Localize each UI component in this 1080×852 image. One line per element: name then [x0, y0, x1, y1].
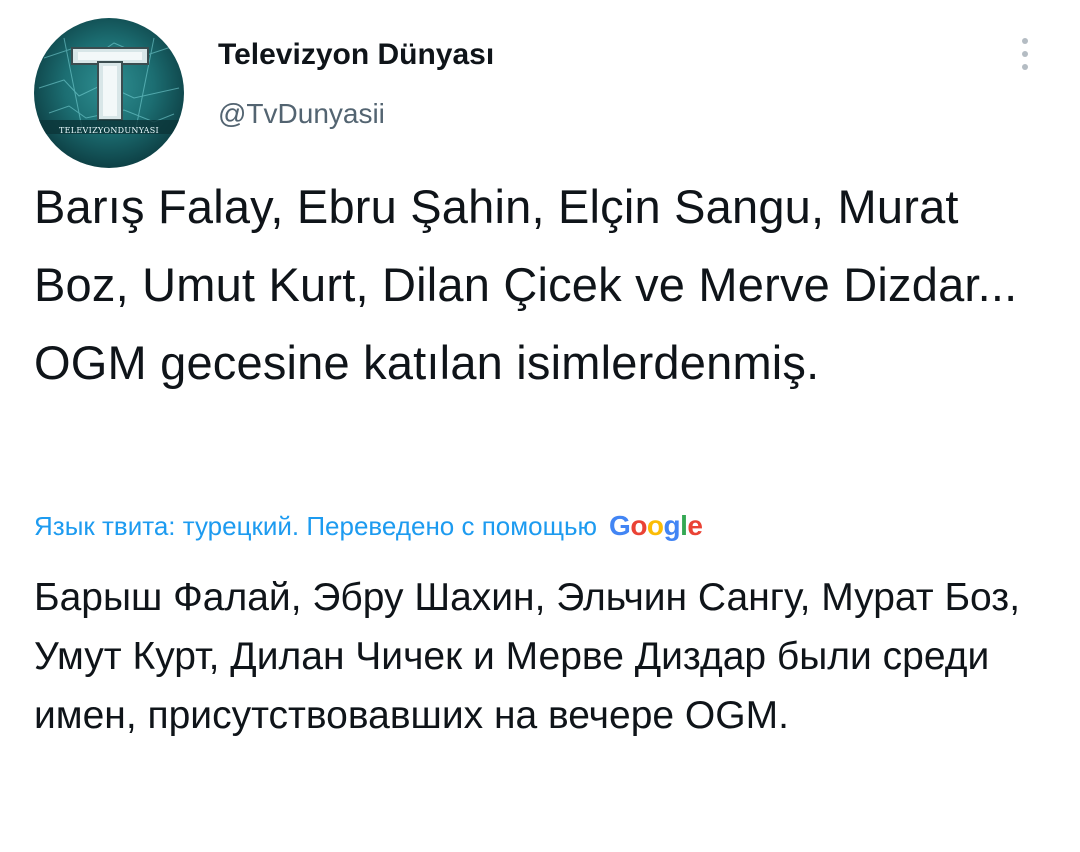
more-vertical-icon — [1022, 38, 1028, 44]
tweet-card: TELEVIZYONDUNYASI Televizyon Dünyası @Tv… — [0, 0, 1080, 852]
translation-info[interactable]: Язык твита: турецкий. Переведено с помощ… — [34, 506, 703, 546]
tweet-text: Barış Falay, Ebru Şahin, Elçin Sangu, Mu… — [34, 180, 1018, 389]
author-handle[interactable]: @TvDunyasii — [218, 98, 385, 130]
google-logo: Google — [609, 510, 703, 541]
tv-logo-icon — [34, 37, 184, 134]
avatar-caption: TELEVIZYONDUNYASI — [59, 126, 159, 135]
translated-tweet-text: Барыш Фалай, Эбру Шахин, Эльчин Сангу, М… — [34, 576, 1021, 737]
more-vertical-icon — [1022, 64, 1028, 70]
more-vertical-icon — [1022, 51, 1028, 57]
author-display-name[interactable]: Televizyon Dünyası — [218, 38, 494, 72]
avatar[interactable]: TELEVIZYONDUNYASI — [34, 18, 184, 168]
more-options-button[interactable] — [1008, 34, 1042, 74]
translation-label: Язык твита: турецкий. Переведено с помощ… — [34, 510, 598, 541]
